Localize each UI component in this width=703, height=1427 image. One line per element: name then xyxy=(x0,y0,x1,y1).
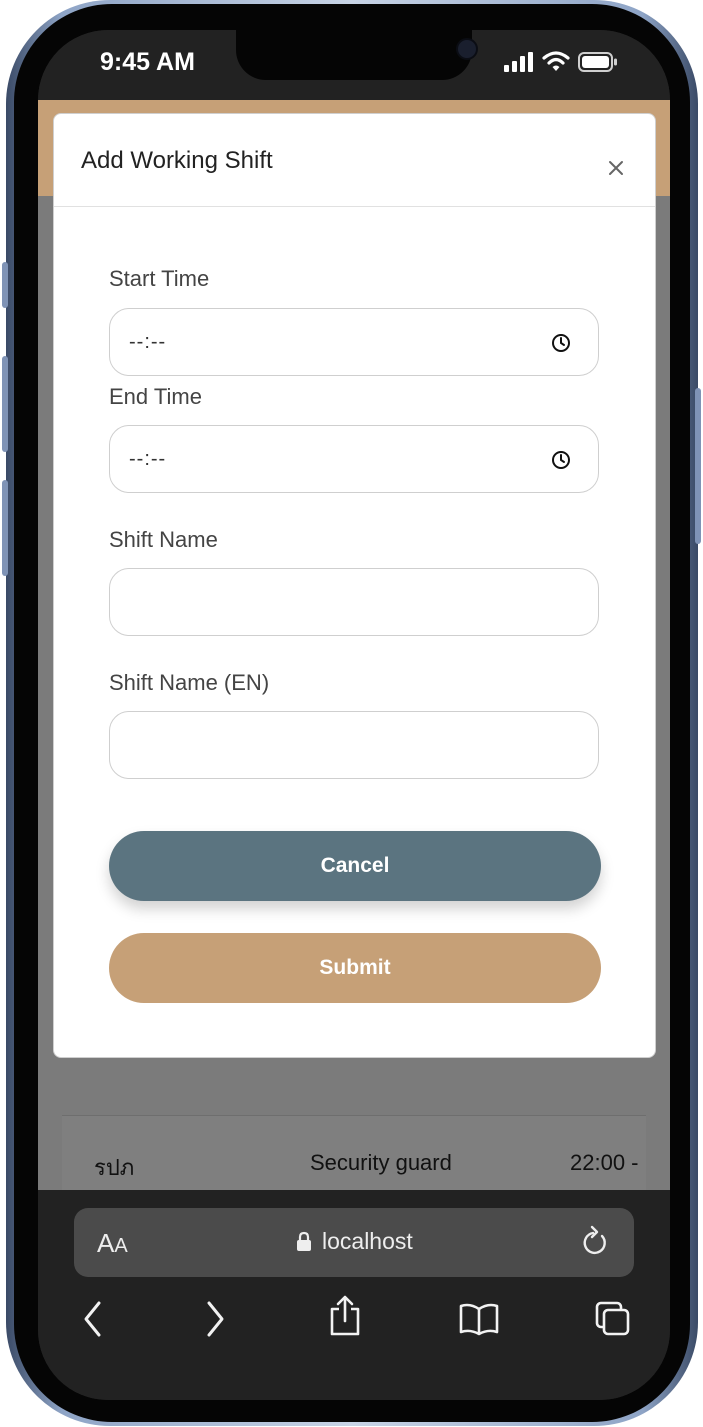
address-bar[interactable]: AA localhost xyxy=(74,1208,634,1277)
table-cell-shift-name: รปภ xyxy=(94,1155,135,1180)
text-size-button[interactable]: AA xyxy=(97,1228,128,1259)
status-icons xyxy=(504,50,618,72)
browser-toolbar: AA localhost xyxy=(38,1190,670,1400)
table-cell-shift-name-en: Security guard xyxy=(310,1150,452,1175)
bookmarks-icon[interactable] xyxy=(458,1302,500,1336)
camera-icon xyxy=(456,38,478,60)
status-bar: 9:45 AM xyxy=(38,30,670,100)
end-time-label: End Time xyxy=(109,384,202,409)
volume-down-button xyxy=(2,480,8,576)
back-icon[interactable] xyxy=(82,1300,104,1338)
shift-name-en-label: Shift Name (EN) xyxy=(109,670,270,695)
share-icon[interactable] xyxy=(328,1294,362,1336)
volume-up-button xyxy=(2,356,8,452)
wifi-icon xyxy=(542,51,570,71)
add-shift-modal: Add Working Shift Start Time --:-- End T… xyxy=(53,113,656,1058)
url-text: localhost xyxy=(322,1228,413,1254)
lock-icon xyxy=(297,1231,311,1251)
end-time-value: --:-- xyxy=(129,448,167,470)
text-size-label-small: A xyxy=(114,1235,128,1257)
reload-icon[interactable] xyxy=(580,1224,610,1258)
tabs-icon[interactable] xyxy=(594,1300,632,1338)
start-time-value: --:-- xyxy=(129,331,167,353)
power-button xyxy=(695,388,701,544)
modal-title: Add Working Shift xyxy=(81,147,273,174)
shift-name-input[interactable] xyxy=(109,568,599,636)
close-icon[interactable] xyxy=(605,157,627,179)
battery-icon xyxy=(578,52,617,72)
text-size-label-large: A xyxy=(97,1228,115,1258)
forward-icon[interactable] xyxy=(204,1300,226,1338)
cellular-signal-icon xyxy=(504,52,533,72)
page-backdrop: รปภ Security guard 22:00 - Add Working S… xyxy=(38,100,670,1209)
shift-name-en-input[interactable] xyxy=(109,711,599,779)
cancel-button[interactable]: Cancel xyxy=(109,831,601,901)
submit-button[interactable]: Submit xyxy=(109,933,601,1003)
start-time-label: Start Time xyxy=(109,266,210,291)
status-time: 9:45 AM xyxy=(100,48,195,76)
shift-name-label: Shift Name xyxy=(109,527,218,552)
silent-switch xyxy=(2,262,8,308)
phone-screen: 9:45 AM รปภ Security guard 22:00 - Add W… xyxy=(38,30,670,1400)
clock-icon[interactable] xyxy=(551,333,571,353)
end-time-input[interactable]: --:-- xyxy=(109,425,599,493)
clock-icon[interactable] xyxy=(551,450,571,470)
start-time-input[interactable]: --:-- xyxy=(109,308,599,376)
modal-header: Add Working Shift xyxy=(54,114,655,207)
url-display[interactable]: localhost xyxy=(296,1228,413,1255)
notch xyxy=(236,30,478,80)
table-cell-time: 22:00 - xyxy=(570,1150,639,1175)
